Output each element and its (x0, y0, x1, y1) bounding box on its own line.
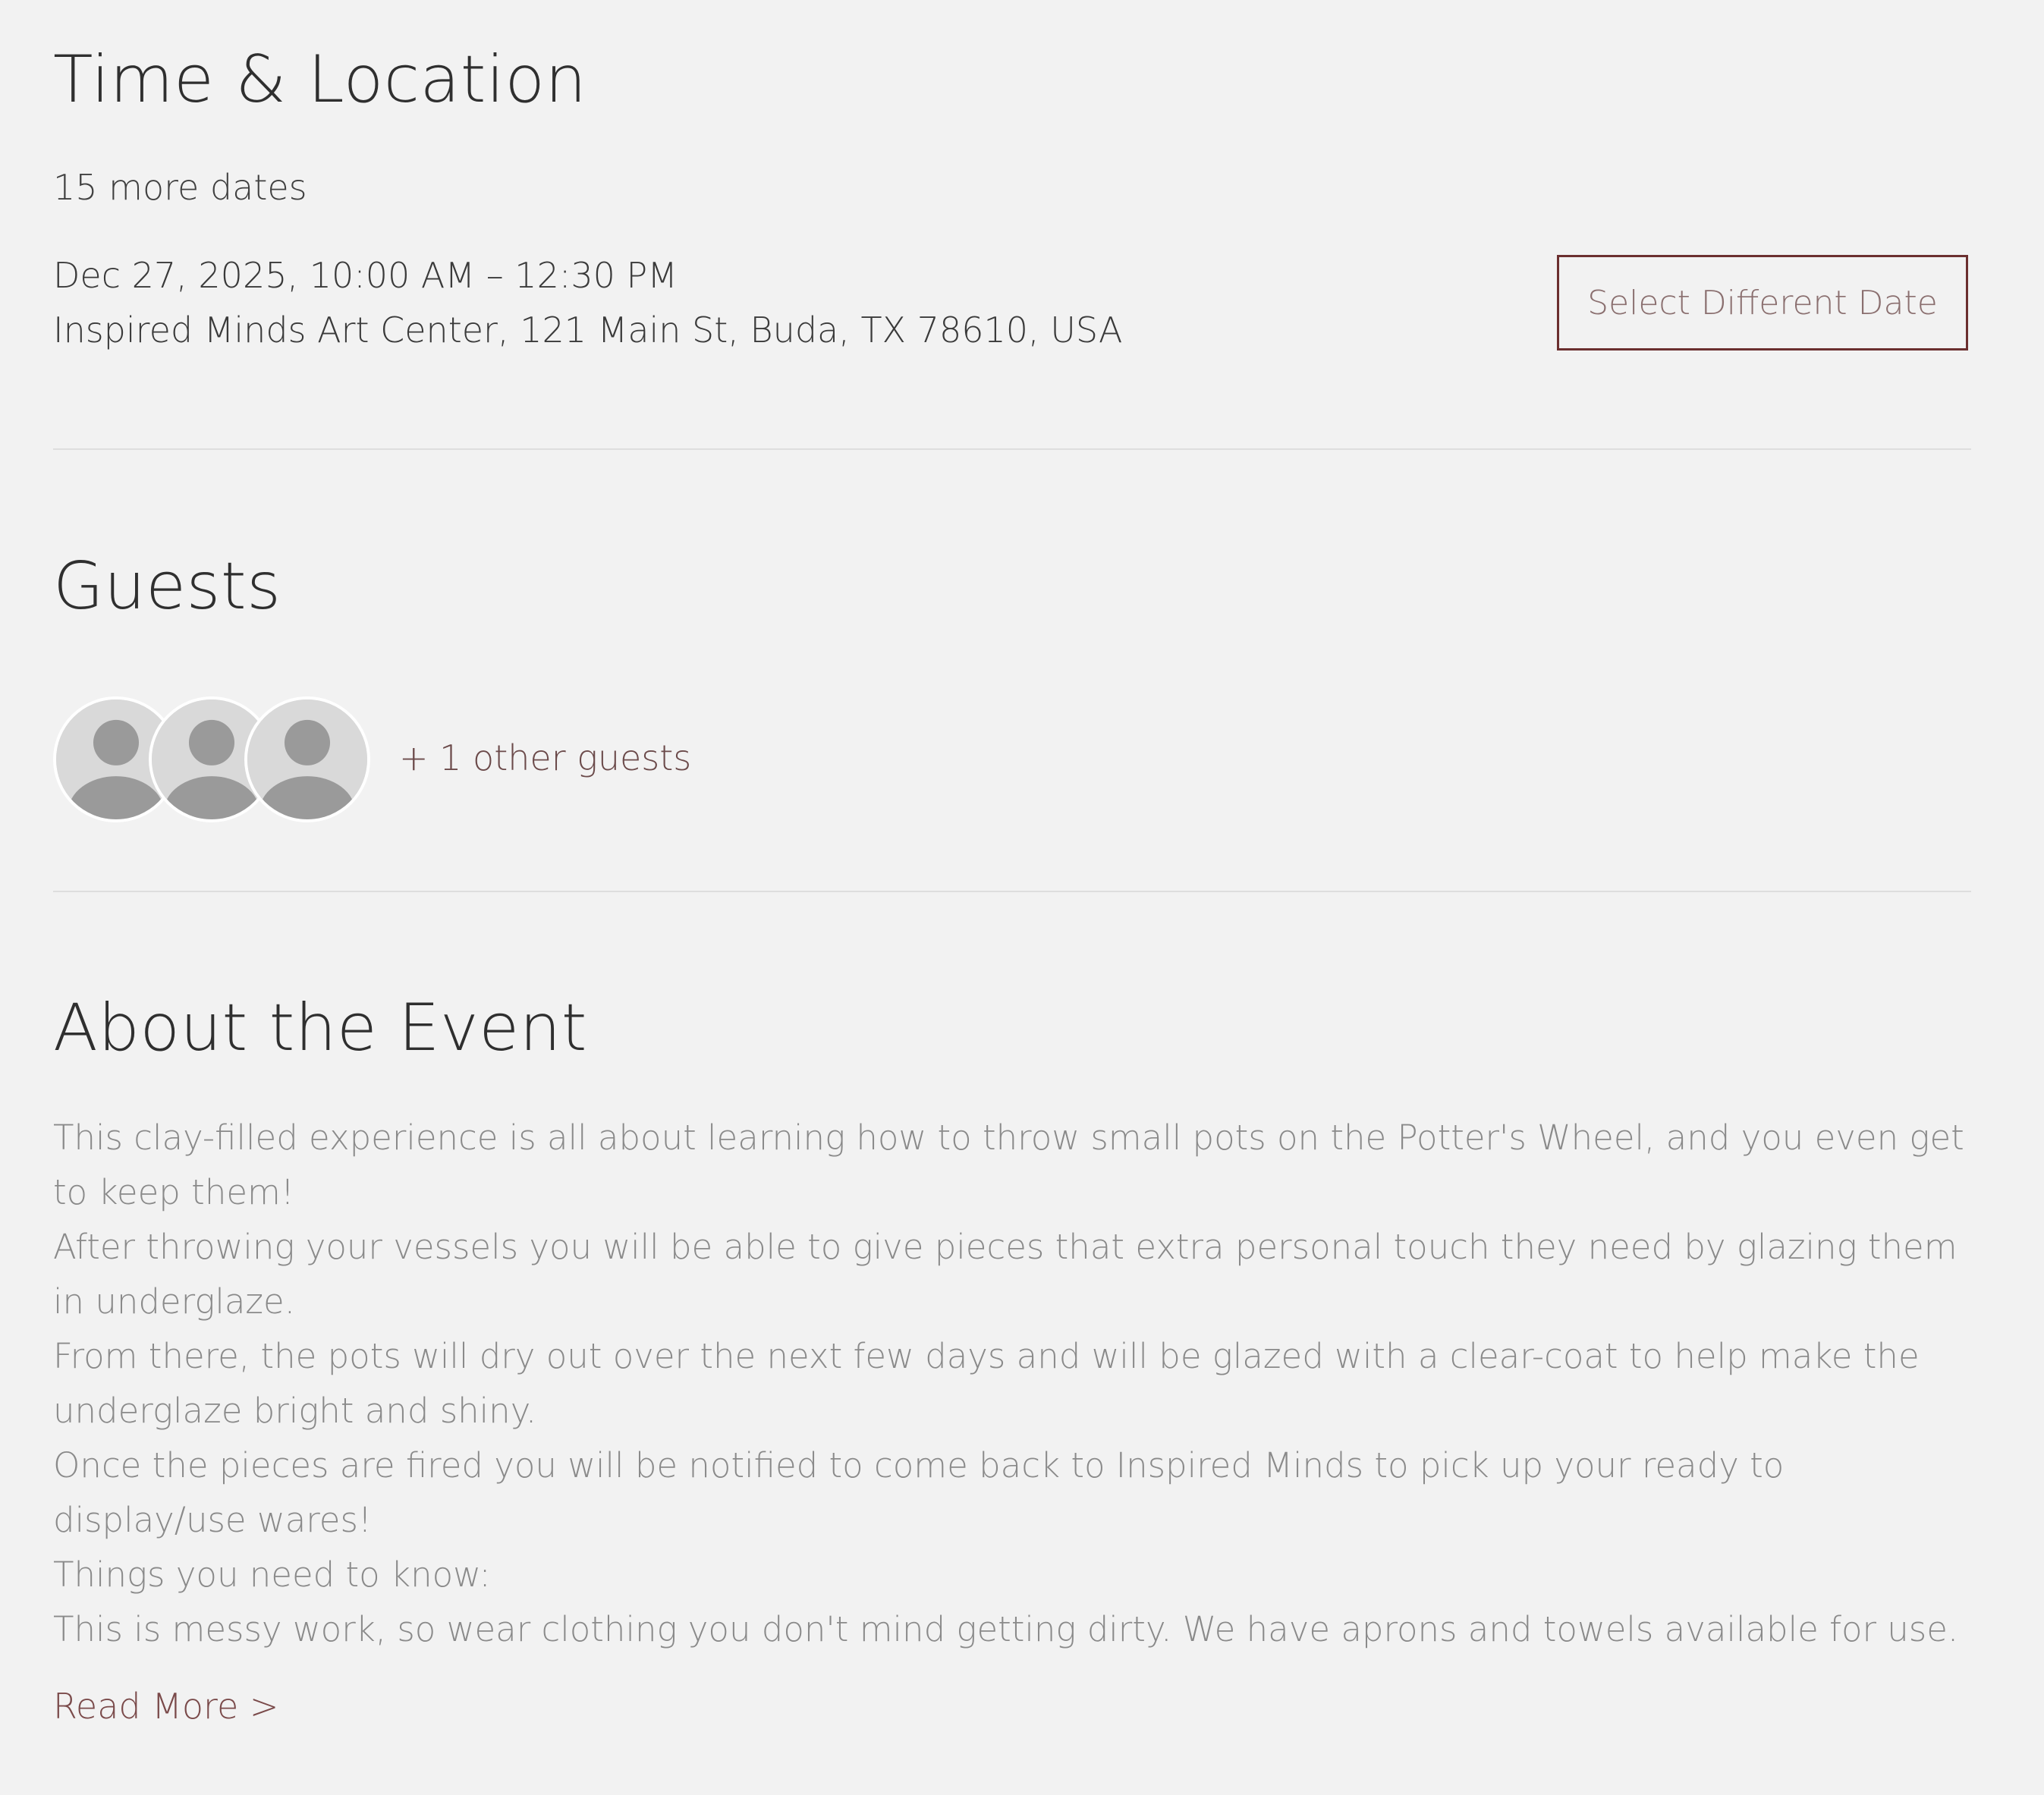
description-paragraph: This clay-filled experience is all about… (53, 1118, 1964, 1212)
read-more-link[interactable]: Read More > (53, 1686, 278, 1727)
default-user-icon (247, 699, 367, 819)
description-paragraph: This is messy work, so wear clothing you… (53, 1609, 1959, 1649)
time-location-heading: Time & Location (53, 42, 587, 118)
about-event-description: This clay-filled experience is all about… (53, 1111, 1965, 1657)
avatar (244, 696, 370, 822)
description-paragraph: Once the pieces are fired you will be no… (53, 1445, 1785, 1540)
event-datetime: Dec 27, 2025, 10:00 AM – 12:30 PM (53, 255, 678, 296)
select-different-date-button[interactable]: Select Different Date (1557, 255, 1968, 351)
event-location: Inspired Minds Art Center, 121 Main St, … (53, 310, 1123, 351)
guest-avatars (53, 696, 372, 822)
more-dates-text: 15 more dates (53, 167, 307, 208)
description-paragraph: Things you need to know: (53, 1555, 491, 1595)
section-divider (53, 891, 1971, 892)
description-paragraph: After throwing your vessels you will be … (53, 1227, 1958, 1322)
guests-heading: Guests (53, 549, 281, 624)
other-guests-link[interactable]: + 1 other guests (399, 737, 691, 778)
about-event-heading: About the Event (53, 990, 587, 1066)
section-divider (53, 448, 1971, 450)
description-paragraph: From there, the pots will dry out over t… (53, 1336, 1920, 1431)
